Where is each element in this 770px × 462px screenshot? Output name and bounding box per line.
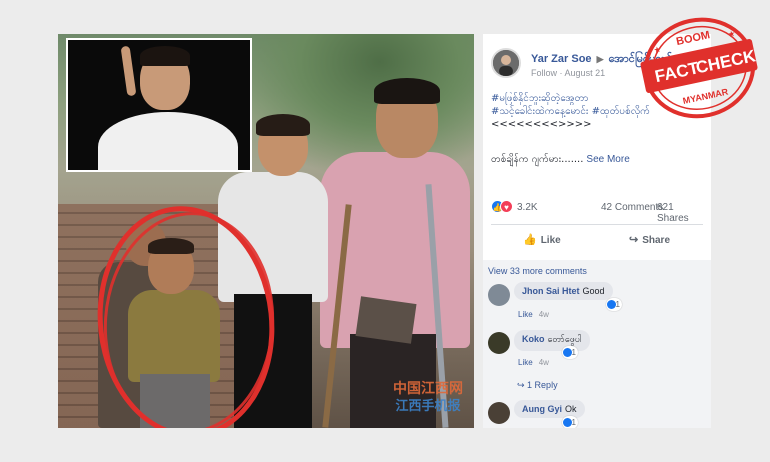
comment-text: Ok (565, 404, 577, 414)
fact-check-stamp-graphic: BOOM FACT CHECK MYANMAR ★ ★ (640, 17, 758, 119)
comment-like-count: 1 (615, 300, 620, 309)
share-button-label: Share (642, 235, 671, 246)
stamp-boom-text: BOOM (675, 29, 711, 48)
comment-like-badge[interactable]: 1 (562, 346, 578, 359)
comment-bubble: Jhon Sai Htet Good (514, 282, 613, 300)
like-button-label: Like (540, 235, 561, 246)
reply-count: 1 Reply (527, 380, 558, 390)
like-badge-icon (563, 348, 572, 357)
comment-like-count: 1 (571, 348, 576, 357)
inset-shirt (98, 112, 238, 170)
comment-bubble: Koko တော်ဖွေပါ (514, 330, 590, 351)
man-hair (374, 78, 440, 104)
reply-link[interactable]: ↪ 1 Reply (517, 380, 558, 391)
commenter-avatar[interactable] (488, 402, 510, 424)
triangle-right-icon: ▶ (596, 54, 604, 64)
like-badge-icon (563, 418, 572, 427)
reply-arrow-icon: ↪ (517, 380, 528, 390)
reaction-icons[interactable]: 👍 ♥ (491, 200, 513, 216)
reactions-bar: 👍 ♥ 3.2K 42 Comments 621 Shares (491, 200, 703, 224)
follow-line: Follow · August 21 (531, 68, 605, 78)
comment-like-link[interactable]: Like (518, 358, 533, 367)
author-avatar[interactable] (491, 48, 521, 78)
held-brick (355, 296, 417, 344)
comment-time[interactable]: 4w (539, 310, 549, 319)
share-arrow-icon: ↪ (629, 234, 639, 246)
see-more-link[interactable]: See More (586, 154, 629, 165)
comment-like-count: 1 (571, 418, 576, 427)
photo-watermark: 中国江西网 江西手机报 (380, 380, 474, 416)
comment-like-badge[interactable]: 1 (606, 298, 622, 311)
commenter-name[interactable]: Koko (522, 334, 545, 344)
like-button[interactable]: 👍 Like (523, 233, 561, 246)
commenter-avatar[interactable] (488, 284, 510, 306)
fact-check-stamp: BOOM FACT CHECK MYANMAR ★ ★ (638, 10, 760, 122)
view-more-comments-link[interactable]: View 33 more comments (488, 266, 587, 276)
comment-time[interactable]: 4w (539, 358, 549, 367)
watermark-line-2: 江西手机报 (395, 399, 461, 414)
commenter-avatar[interactable] (488, 332, 510, 354)
post-teaser-text: တစ်ချိန်က ဂျက်မား....... (491, 154, 584, 165)
comment-like-badge[interactable]: 1 (562, 416, 578, 428)
inset-hair (140, 46, 190, 66)
share-count[interactable]: 621 Shares (657, 202, 703, 224)
comment-meta: Like 4w (518, 310, 549, 319)
comment-bubble: Aung Gyi Ok (514, 400, 585, 418)
commenter-name[interactable]: Jhon Sai Htet (522, 286, 580, 296)
comment-like-link[interactable]: Like (518, 310, 533, 319)
share-button[interactable]: ↪ Share (629, 233, 670, 246)
comment-text: တော်ဖွေပါ (547, 334, 582, 344)
comment-meta: Like 4w (518, 358, 549, 367)
like-badge-icon (607, 300, 616, 309)
watermark-line-1: 中国江西网 (393, 381, 463, 397)
author-name-link[interactable]: Yar Zar Soe (531, 53, 592, 65)
viral-photo: 中国江西网 江西手机报 (58, 34, 474, 428)
comment-count[interactable]: 42 Comments (601, 202, 663, 213)
post-second-line: တစ်ချိန်က ဂျက်မား....... See More (491, 152, 630, 167)
thumbs-up-icon: 👍 (523, 234, 537, 246)
post-actions: 👍 Like ↪ Share (491, 230, 703, 252)
reaction-count[interactable]: 3.2K (517, 202, 538, 213)
divider-top (491, 224, 703, 225)
raised-finger (120, 45, 137, 97)
inset-photo-jack-ma (66, 38, 252, 172)
comments-section: View 33 more comments Jhon Sai Htet Good … (483, 260, 711, 428)
commenter-name[interactable]: Aung Gyi (522, 404, 562, 414)
boy-hair (256, 114, 310, 136)
love-reaction-icon: ♥ (500, 200, 513, 213)
follow-link[interactable]: Follow (531, 68, 557, 78)
comment-text: Good (582, 286, 605, 296)
post-date[interactable]: August 21 (565, 68, 606, 78)
